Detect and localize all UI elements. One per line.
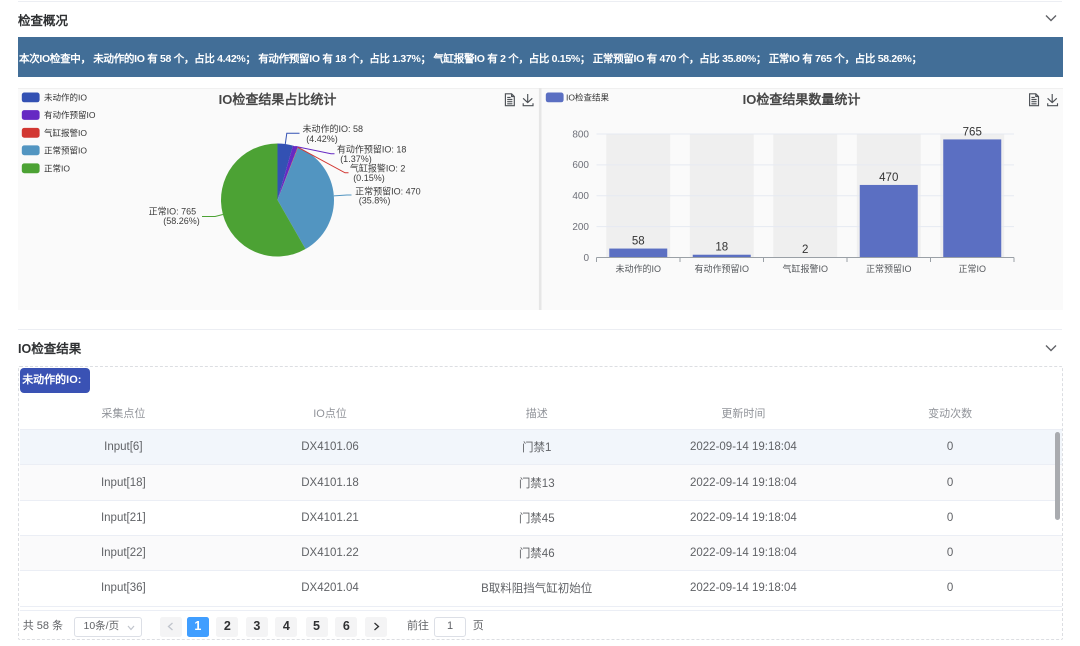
- svg-text:未动作的IO: 未动作的IO: [44, 92, 87, 102]
- svg-text:未动作的IO: 58: 未动作的IO: 58: [303, 123, 364, 134]
- svg-text:正常IO: 正常IO: [44, 163, 70, 173]
- svg-text:正常IO: 765: 正常IO: 765: [149, 206, 197, 217]
- svg-text:(58.26%): (58.26%): [163, 216, 200, 226]
- svg-text:(0.15%): (0.15%): [353, 173, 385, 183]
- svg-text:气缸报警IO: 气缸报警IO: [782, 263, 828, 274]
- svg-text:200: 200: [572, 222, 589, 233]
- svg-text:正常IO: 正常IO: [958, 263, 986, 274]
- svg-text:600: 600: [572, 160, 589, 171]
- svg-text:(1.37%): (1.37%): [340, 154, 372, 164]
- svg-text:有动作预留IO: 有动作预留IO: [694, 263, 749, 274]
- svg-text:800: 800: [572, 129, 589, 140]
- svg-text:IO检查结果数量统计: IO检查结果数量统计: [743, 92, 861, 107]
- svg-text:IO检查结果: IO检查结果: [566, 92, 609, 102]
- svg-text:气缸报警IO: 2: 气缸报警IO: 2: [350, 163, 406, 174]
- svg-text:470: 470: [879, 172, 898, 184]
- svg-text:未动作的IO: 未动作的IO: [615, 263, 661, 274]
- svg-text:正常预留IO: 正常预留IO: [44, 145, 87, 155]
- svg-text:18: 18: [715, 242, 728, 254]
- svg-text:气缸报警IO: 气缸报警IO: [44, 128, 87, 138]
- svg-text:(4.42%): (4.42%): [306, 134, 338, 144]
- svg-text:IO检查结果占比统计: IO检查结果占比统计: [219, 92, 337, 107]
- svg-text:有动作预留IO: 有动作预留IO: [44, 110, 96, 120]
- svg-text:有动作预留IO: 18: 有动作预留IO: 18: [337, 144, 407, 155]
- svg-text:正常预留IO: 正常预留IO: [866, 263, 912, 274]
- svg-text:400: 400: [572, 191, 589, 202]
- svg-text:0: 0: [583, 253, 589, 264]
- svg-text:58: 58: [632, 236, 645, 248]
- svg-text:765: 765: [963, 126, 982, 138]
- svg-text:(35.8%): (35.8%): [359, 196, 391, 206]
- svg-text:2: 2: [802, 244, 808, 256]
